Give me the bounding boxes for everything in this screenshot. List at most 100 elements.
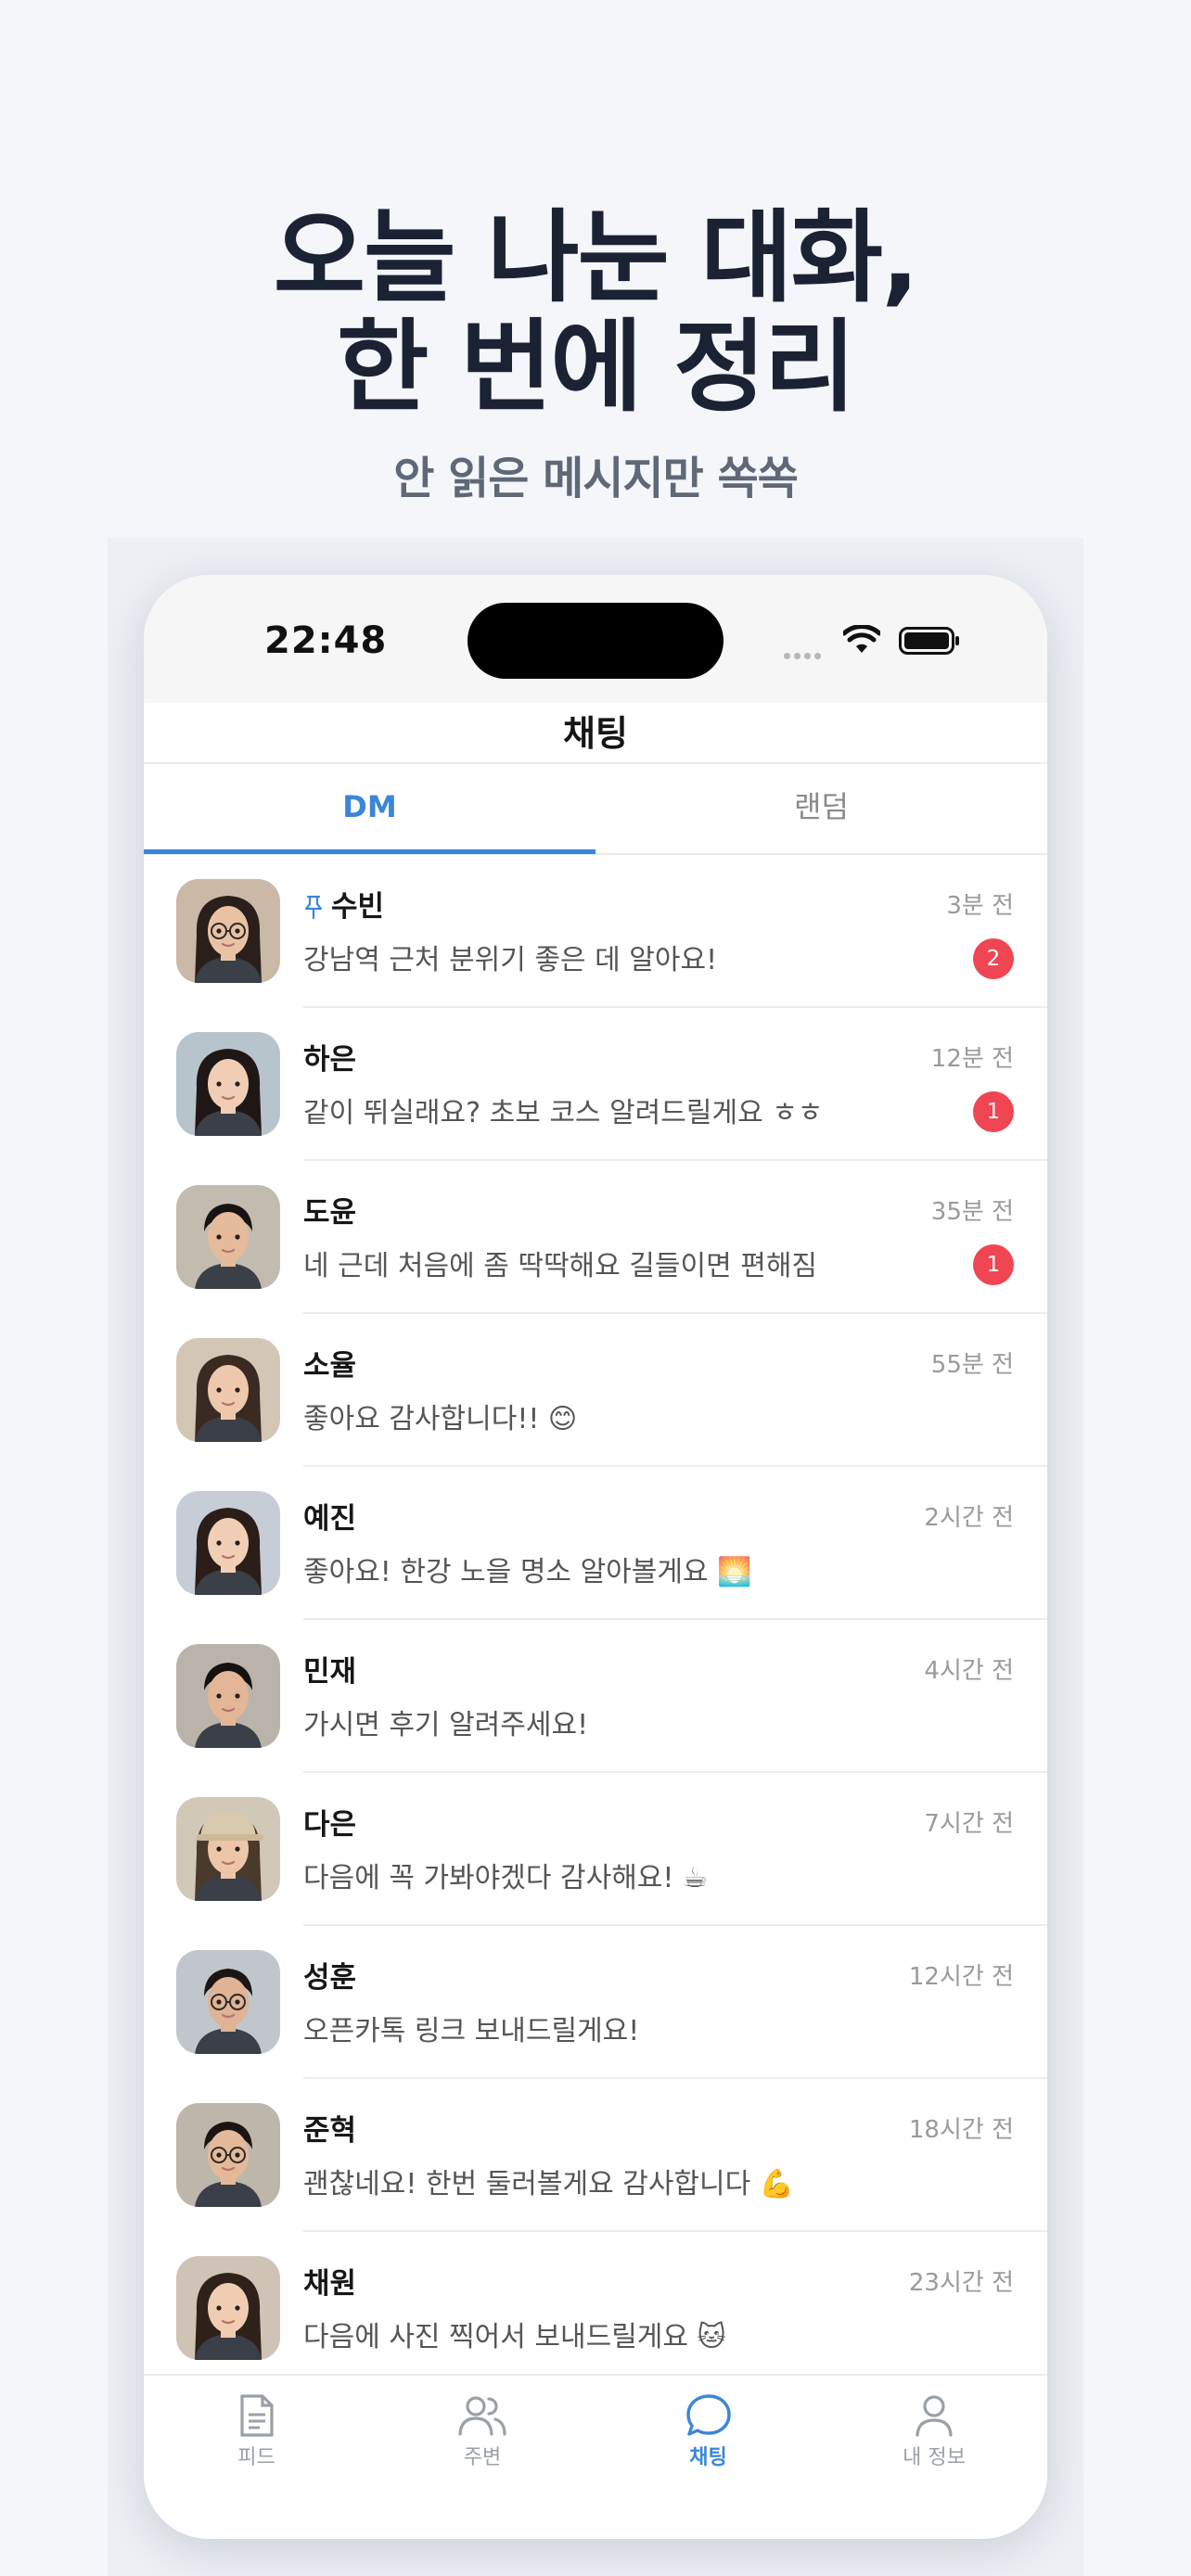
tab-random[interactable]: 랜덤 — [596, 764, 1047, 853]
chat-time: 12시간 전 — [908, 1963, 1014, 1991]
chat-name: 예진 — [303, 1495, 356, 1537]
chat-row[interactable]: 도윤 35분 전 네 근데 처음에 좀 딱딱해요 길들이면 편해짐 1 — [144, 1161, 1047, 1314]
chat-row-content: 수빈 3분 전 강남역 근처 분위기 좋은 데 알아요! 2 — [303, 855, 1047, 1008]
avatar[interactable] — [176, 1338, 280, 1442]
chat-name: 성훈 — [303, 1954, 356, 1996]
chat-row[interactable]: 수빈 3분 전 강남역 근처 분위기 좋은 데 알아요! 2 — [144, 855, 1047, 1008]
bottom-tab-document[interactable]: 피드 — [144, 2385, 369, 2496]
chat-preview: 가시면 후기 알려주세요! — [303, 1709, 589, 1741]
avatar[interactable] — [176, 2103, 280, 2207]
chat-name-text: 다은 — [303, 1808, 357, 1842]
chat-row[interactable]: 소율 55분 전 좋아요 감사합니다!! 😊 — [144, 1314, 1047, 1467]
chat-row-content: 민재 4시간 전 가시면 후기 알려주세요! — [303, 1620, 1047, 1773]
tab-dm[interactable]: DM — [144, 764, 596, 853]
avatar[interactable] — [176, 1644, 280, 1748]
chat-time: 35분 전 — [930, 1198, 1014, 1226]
chat-row-content: 소율 55분 전 좋아요 감사합니다!! 😊 — [303, 1314, 1047, 1467]
avatar[interactable] — [176, 879, 280, 983]
bottom-tab-label: 채팅 — [689, 2446, 727, 2469]
dynamic-island — [467, 603, 724, 679]
chat-name-text: 예진 — [303, 1502, 357, 1536]
chat-preview: 다음에 사진 찍어서 보내드릴게요 🐱 — [303, 2321, 726, 2353]
unread-badge: 2 — [973, 938, 1014, 979]
chat-row-content: 채원 23시간 전 다음에 사진 찍어서 보내드릴게요 🐱 — [303, 2232, 1047, 2385]
chat-row-content: 예진 2시간 전 좋아요! 한강 노을 명소 알아볼게요 🌅 — [303, 1467, 1047, 1620]
unread-badge: 1 — [973, 1091, 1014, 1132]
chat-bubble-icon — [596, 2392, 821, 2439]
bottom-tab-label: 주변 — [463, 2446, 502, 2469]
chat-time: 4시간 전 — [924, 1657, 1014, 1685]
chat-time: 18시간 전 — [908, 2116, 1014, 2144]
avatar[interactable] — [176, 1491, 280, 1595]
avatar[interactable] — [176, 1185, 280, 1289]
chat-time: 2시간 전 — [924, 1504, 1014, 1532]
phone-frame: 22:48 채팅 DM 랜덤 수빈 3분 전 강남역 근처 분위기 좋은 데 알… — [144, 575, 1047, 2539]
headline-line-2: 한 번에 정리 — [337, 310, 856, 426]
chat-name: 다은 — [303, 1801, 356, 1843]
chat-preview: 좋아요 감사합니다!! 😊 — [303, 1403, 578, 1435]
chat-preview: 오픈카톡 링크 보내드릴게요! — [303, 2015, 640, 2047]
chat-row[interactable]: 다은 7시간 전 다음에 꼭 가봐야겠다 감사해요! ☕ — [144, 1773, 1047, 1926]
chat-row[interactable]: 성훈 12시간 전 오픈카톡 링크 보내드릴게요! — [144, 1926, 1047, 2079]
chat-name-text: 수빈 — [331, 890, 385, 924]
bottom-tab-person[interactable]: 내 정보 — [822, 2385, 1047, 2496]
chat-row-content: 하은 12분 전 같이 뛰실래요? 초보 코스 알려드릴게요 ㅎㅎ 1 — [303, 1008, 1047, 1161]
chat-name-text: 준혁 — [303, 2114, 357, 2148]
chat-name-text: 하은 — [303, 1043, 357, 1077]
chat-time: 23시간 전 — [908, 2269, 1014, 2297]
chat-time: 12분 전 — [930, 1045, 1014, 1073]
chat-row[interactable]: 하은 12분 전 같이 뛰실래요? 초보 코스 알려드릴게요 ㅎㅎ 1 — [144, 1008, 1047, 1161]
chat-name-text: 채원 — [303, 2267, 357, 2301]
chat-name-text: 민재 — [303, 1655, 357, 1689]
chat-time: 7시간 전 — [924, 1810, 1014, 1838]
chat-name: 채원 — [303, 2260, 356, 2302]
chat-time: 3분 전 — [946, 892, 1014, 920]
chat-name: 민재 — [303, 1648, 356, 1690]
status-bar: 22:48 — [144, 575, 1047, 703]
person-icon — [822, 2392, 1047, 2439]
bottom-tab-label: 내 정보 — [903, 2446, 966, 2469]
chat-row-content: 다은 7시간 전 다음에 꼭 가봐야겠다 감사해요! ☕ — [303, 1773, 1047, 1926]
chat-preview: 강남역 근처 분위기 좋은 데 알아요! — [303, 944, 718, 976]
people-icon — [370, 2392, 596, 2439]
chat-row[interactable]: 민재 4시간 전 가시면 후기 알려주세요! — [144, 1620, 1047, 1773]
status-time: 22:48 — [264, 619, 388, 662]
chat-preview: 다음에 꼭 가봐야겠다 감사해요! ☕ — [303, 1862, 708, 1894]
chat-row[interactable]: 예진 2시간 전 좋아요! 한강 노을 명소 알아볼게요 🌅 — [144, 1467, 1047, 1620]
wifi-icon — [843, 625, 880, 653]
avatar[interactable] — [176, 1032, 280, 1136]
battery-icon — [899, 627, 959, 655]
chat-time: 55분 전 — [930, 1351, 1014, 1379]
signal-icon — [784, 645, 825, 663]
chat-row-content: 도윤 35분 전 네 근데 처음에 좀 딱딱해요 길들이면 편해짐 1 — [303, 1161, 1047, 1314]
bottom-tab-bar: 피드 주변 채팅 내 정보 — [144, 2374, 1047, 2539]
promo-headline: 오늘 나눈 대화, 한 번에 정리 — [0, 204, 1191, 423]
chat-name-text: 소율 — [303, 1349, 357, 1383]
chat-name: 수빈 — [303, 883, 384, 925]
pin-icon — [303, 892, 324, 923]
chat-preview: 좋아요! 한강 노을 명소 알아볼게요 🌅 — [303, 1556, 752, 1588]
chat-preview: 괜찮네요! 한번 둘러볼게요 감사합니다 💪 — [303, 2168, 795, 2200]
headline-line-1: 오늘 나눈 대화, — [273, 200, 919, 316]
chat-row-content: 준혁 18시간 전 괜찮네요! 한번 둘러볼게요 감사합니다 💪 — [303, 2079, 1047, 2232]
tab-indicator — [144, 849, 596, 854]
screen-title: 채팅 — [144, 703, 1047, 764]
avatar[interactable] — [176, 2256, 280, 2360]
chat-list: 수빈 3분 전 강남역 근처 분위기 좋은 데 알아요! 2 하은 12분 전 … — [144, 855, 1047, 2385]
chat-tabs: DM 랜덤 — [144, 764, 1047, 855]
avatar[interactable] — [176, 1950, 280, 2054]
bottom-tab-chat-bubble[interactable]: 채팅 — [596, 2385, 821, 2496]
chat-name: 도윤 — [303, 1189, 356, 1231]
chat-preview: 네 근데 처음에 좀 딱딱해요 길들이면 편해짐 — [303, 1250, 818, 1282]
bottom-tab-label: 피드 — [237, 2446, 275, 2469]
chat-row[interactable]: 준혁 18시간 전 괜찮네요! 한번 둘러볼게요 감사합니다 💪 — [144, 2079, 1047, 2232]
promo-subline: 안 읽은 메시지만 쏙쏙 — [393, 453, 799, 504]
chat-name: 하은 — [303, 1036, 356, 1078]
chat-row[interactable]: 채원 23시간 전 다음에 사진 찍어서 보내드릴게요 🐱 — [144, 2232, 1047, 2385]
bottom-tab-people[interactable]: 주변 — [370, 2385, 596, 2496]
chat-name-text: 도윤 — [303, 1196, 357, 1230]
avatar[interactable] — [176, 1797, 280, 1901]
unread-badge: 1 — [973, 1244, 1014, 1285]
chat-name-text: 성훈 — [303, 1961, 357, 1995]
chat-name: 준혁 — [303, 2107, 356, 2149]
